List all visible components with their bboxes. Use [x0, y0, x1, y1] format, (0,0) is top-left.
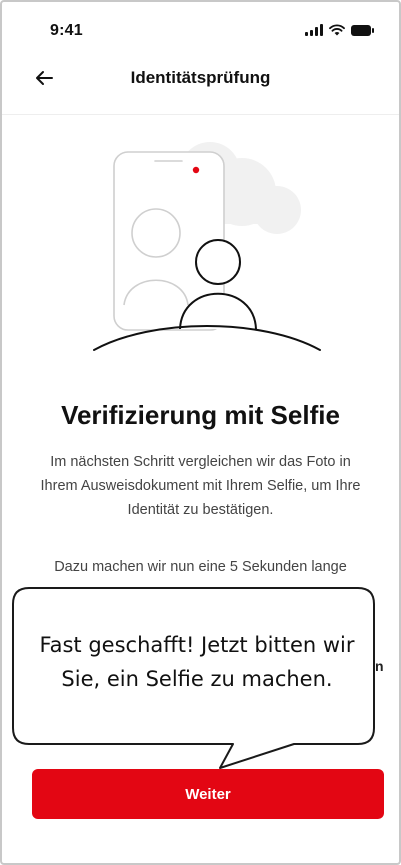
- phone-screen: 9:41 Identitätsprüfung Verifizierung mit…: [0, 0, 401, 865]
- page-title: Identitätsprüfung: [130, 68, 271, 87]
- selfie-illustration-icon: [93, 142, 321, 351]
- record-dot-icon: [192, 166, 200, 174]
- status-bar: 9:41: [2, 2, 399, 52]
- battery-icon: [351, 25, 374, 36]
- wifi-icon: [329, 24, 345, 36]
- nav-divider: [2, 114, 399, 115]
- nav-bar: Identitätsprüfung: [2, 58, 399, 98]
- partially-hidden-text: n: [375, 658, 384, 674]
- status-icons: [305, 24, 374, 36]
- callout-text: Fast geschafft! Jetzt bitten wir Sie, ei…: [39, 633, 355, 691]
- section-heading: Verifizierung mit Selfie: [61, 400, 340, 430]
- continue-button[interactable]: Weiter: [32, 769, 384, 819]
- signal-icon: [305, 24, 323, 36]
- status-time: 9:41: [50, 22, 83, 39]
- instruction-paragraph: Dazu machen wir nun eine 5 Sekunden lang…: [54, 559, 347, 575]
- intro-paragraph: Im nächsten Schritt vergleichen wir das …: [40, 454, 361, 518]
